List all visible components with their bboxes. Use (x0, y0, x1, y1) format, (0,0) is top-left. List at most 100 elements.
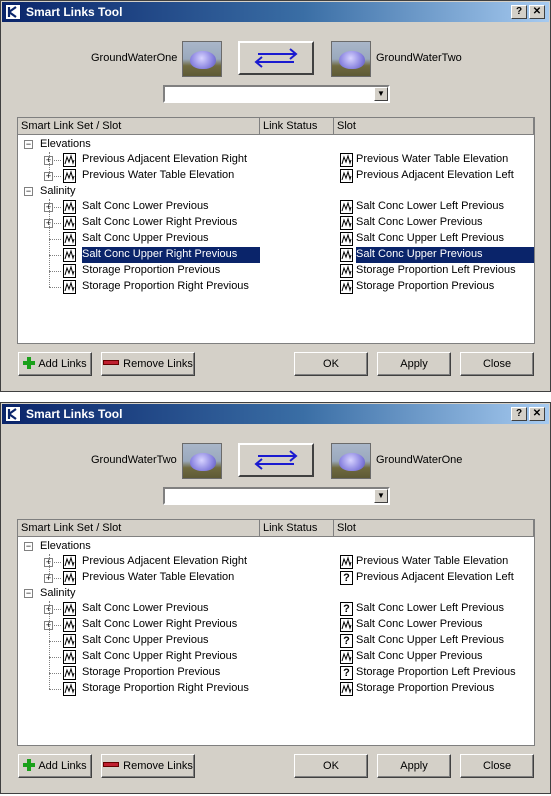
remove-links-button[interactable]: Remove Links (101, 352, 195, 376)
tree-category[interactable]: − Elevations (18, 539, 534, 555)
linked-slot-name: Previous Adjacent Elevation Left (356, 571, 514, 583)
graph-icon (63, 634, 76, 648)
graph-icon (63, 571, 76, 585)
tree-row[interactable]: + Previous Adjacent Elevation Right Previo… (18, 554, 534, 570)
chevron-down-icon[interactable]: ▼ (374, 489, 388, 503)
column-header-slot[interactable]: Slot (334, 118, 534, 135)
question-mark-icon: ? (340, 666, 353, 680)
column-header-set-slot[interactable]: Smart Link Set / Slot (18, 520, 260, 537)
swap-direction-button[interactable] (238, 443, 314, 477)
category-label: Salinity (40, 587, 76, 599)
remove-links-button[interactable]: Remove Links (101, 754, 195, 778)
title-bar[interactable]: Smart Links Tool ? ✕ (2, 404, 549, 424)
question-mark-icon: ? (340, 602, 353, 616)
linked-slot-name: Salt Conc Upper Previous (356, 247, 534, 263)
column-header-link-status[interactable]: Link Status (260, 520, 334, 537)
graph-icon (340, 682, 353, 696)
graph-icon (340, 200, 353, 214)
column-header-set-slot[interactable]: Smart Link Set / Slot (18, 118, 260, 135)
collapse-icon[interactable]: − (24, 589, 33, 598)
graph-icon (63, 248, 76, 262)
tree-connector (49, 255, 61, 256)
graph-icon (63, 200, 76, 214)
graph-icon (340, 555, 353, 569)
slot-name: Storage Proportion Right Previous (82, 280, 249, 292)
ok-button[interactable]: OK (294, 754, 368, 778)
smart-links-window: Smart Links Tool ? ✕ GroundWaterOne Grou… (0, 0, 551, 392)
link-set-dropdown[interactable]: ▼ (163, 487, 390, 505)
tree-row[interactable]: Storage Proportion Right Previous Storage… (18, 681, 534, 697)
tree-row[interactable]: + Previous Adjacent Elevation Right Previo… (18, 152, 534, 168)
collapse-icon[interactable]: − (24, 187, 33, 196)
slot-name: Storage Proportion Previous (82, 666, 221, 678)
add-links-button[interactable]: Add Links (18, 754, 92, 778)
help-button[interactable]: ? (511, 5, 527, 19)
slot-name: Salt Conc Lower Right Previous (82, 618, 238, 630)
tree-row[interactable]: Storage Proportion Previous Storage Propo… (18, 263, 534, 279)
dest-object-icon (331, 443, 371, 479)
graph-icon (63, 555, 76, 569)
plus-icon (23, 759, 36, 771)
source-object-label: GroundWaterOne (91, 52, 178, 64)
tree-category[interactable]: − Salinity (18, 184, 534, 200)
linked-slot-name: Storage Proportion Previous (356, 280, 495, 292)
graph-icon (340, 216, 353, 230)
swap-direction-button[interactable] (238, 41, 314, 75)
tree-row[interactable]: Salt Conc Upper Previous? Salt Conc Upper… (18, 633, 534, 649)
slot-name: Salt Conc Lower Previous (82, 602, 209, 614)
close-window-button[interactable]: ✕ (529, 5, 545, 19)
apply-button[interactable]: Apply (377, 754, 451, 778)
linked-slot-name: Salt Conc Upper Previous (356, 650, 483, 662)
tree-row[interactable]: Salt Conc Upper Previous Salt Conc Upper … (18, 231, 534, 247)
tree-row[interactable]: Salt Conc Upper Right Previous Salt Conc … (18, 247, 534, 263)
tree-connector (49, 641, 61, 642)
collapse-icon[interactable]: − (24, 140, 33, 149)
graph-icon (63, 650, 76, 664)
graph-icon (63, 153, 76, 167)
dest-object-label: GroundWaterOne (376, 454, 463, 466)
column-header-slot[interactable]: Slot (334, 520, 534, 537)
tree-category[interactable]: − Salinity (18, 586, 534, 602)
swap-arrows-icon (254, 450, 298, 470)
tree-row[interactable]: + Salt Conc Lower Previous? Salt Conc Lowe… (18, 601, 534, 617)
tree-connector (49, 271, 61, 272)
remove-links-label: Remove Links (123, 760, 193, 772)
apply-button[interactable]: Apply (377, 352, 451, 376)
close-button[interactable]: Close (460, 754, 534, 778)
help-button[interactable]: ? (511, 407, 527, 421)
app-icon (5, 4, 21, 20)
tree-row[interactable]: Storage Proportion Right Previous Storage… (18, 279, 534, 295)
column-header-link-status[interactable]: Link Status (260, 118, 334, 135)
tree-row[interactable]: Storage Proportion Previous? Storage Prop… (18, 665, 534, 681)
collapse-icon[interactable]: − (24, 542, 33, 551)
close-button[interactable]: Close (460, 352, 534, 376)
chevron-down-icon[interactable]: ▼ (374, 87, 388, 101)
tree-row[interactable]: + Salt Conc Lower Right Previous Salt Conc… (18, 215, 534, 231)
tree-connector (49, 657, 61, 658)
tree-row[interactable]: Salt Conc Upper Right Previous Salt Conc … (18, 649, 534, 665)
slot-name: Previous Adjacent Elevation Right (82, 153, 248, 165)
slot-name: Previous Adjacent Elevation Right (82, 555, 248, 567)
add-links-button[interactable]: Add Links (18, 352, 92, 376)
smart-links-tree: Smart Link Set / Slot Link Status Slot −… (17, 519, 535, 746)
linked-slot-name: Previous Water Table Elevation (356, 153, 509, 165)
graph-icon (340, 650, 353, 664)
ok-button[interactable]: OK (294, 352, 368, 376)
tree-row[interactable]: + Salt Conc Lower Right Previous Salt Conc… (18, 617, 534, 633)
tree-category[interactable]: − Elevations (18, 137, 534, 153)
tree-connector (49, 601, 50, 689)
graph-icon (340, 169, 353, 183)
tree-row[interactable]: + Salt Conc Lower Previous Salt Conc Lower… (18, 199, 534, 215)
link-set-dropdown[interactable]: ▼ (163, 85, 390, 103)
dest-object-icon (331, 41, 371, 77)
title-bar[interactable]: Smart Links Tool ? ✕ (2, 2, 549, 22)
graph-icon (340, 248, 353, 262)
add-links-label: Add Links (38, 760, 87, 772)
tree-connector (49, 673, 61, 674)
tree-row[interactable]: + Previous Water Table Elevation? Previous… (18, 570, 534, 586)
app-icon (5, 406, 21, 422)
tree-connector (49, 287, 61, 288)
tree-row[interactable]: + Previous Water Table Elevation Previous … (18, 168, 534, 184)
graph-icon (340, 153, 353, 167)
close-window-button[interactable]: ✕ (529, 407, 545, 421)
